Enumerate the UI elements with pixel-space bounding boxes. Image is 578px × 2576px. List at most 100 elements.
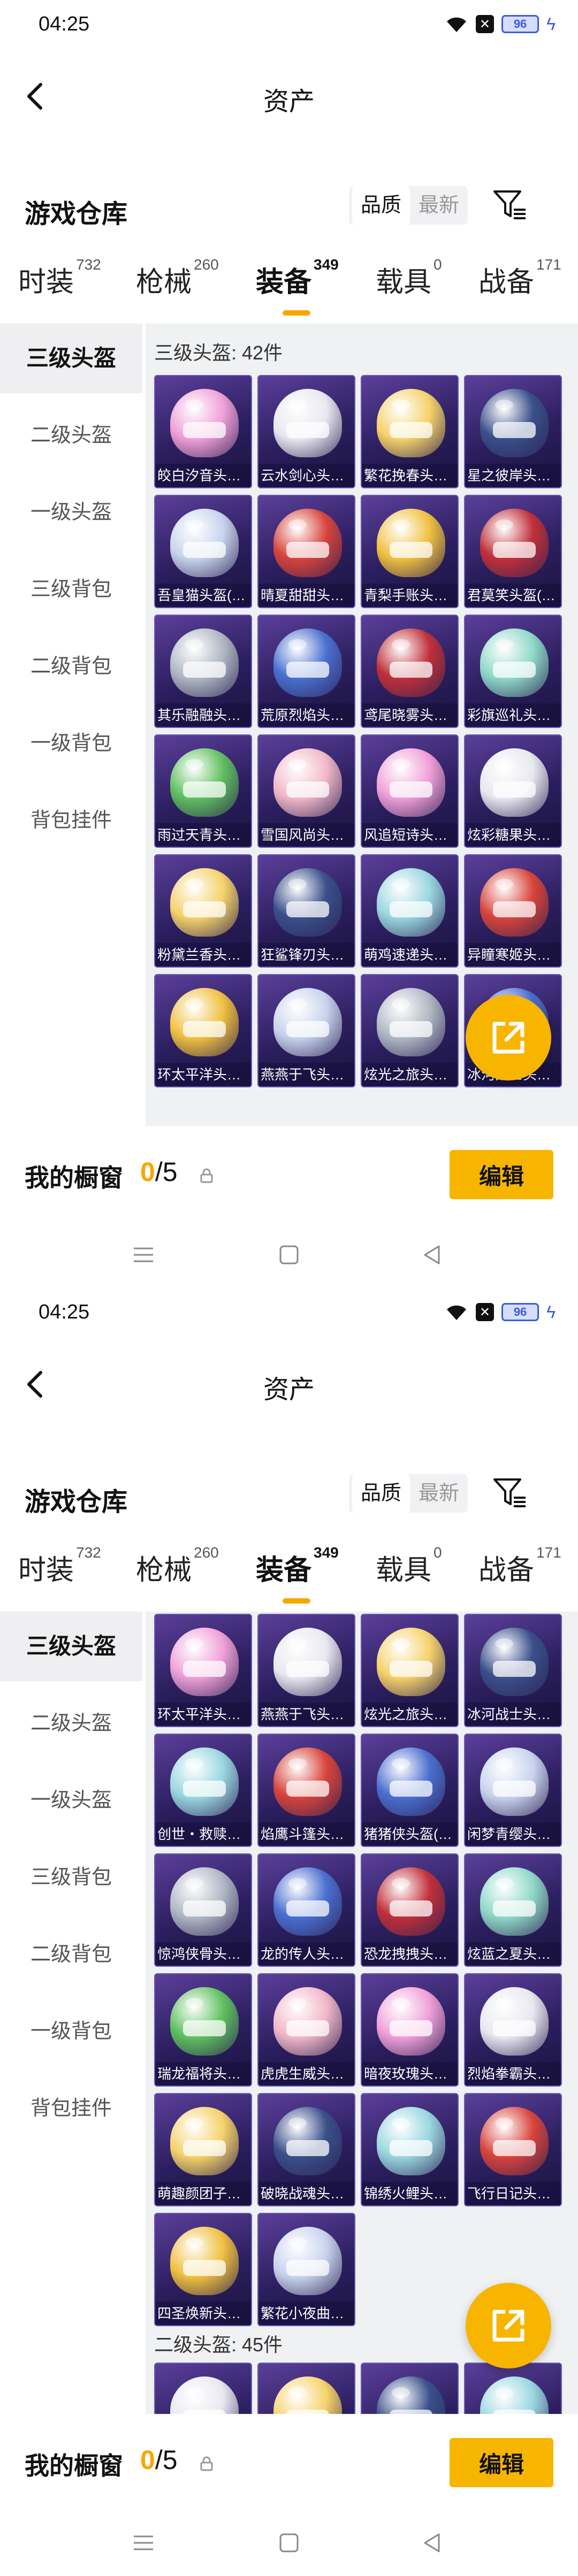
item-card[interactable] xyxy=(361,2363,459,2414)
sidebar-item-backpack-charm[interactable]: 背包挂件 xyxy=(0,2074,142,2143)
item-name: 恐龙拽拽头盔... xyxy=(362,1942,458,1966)
item-card[interactable]: 虎虎生威头盔... xyxy=(257,1973,355,2087)
item-card[interactable]: 瑞龙福将头盔... xyxy=(154,1973,252,2087)
sort-latest-button[interactable]: 最新 xyxy=(410,186,468,225)
sidebar-item-level2-helmet[interactable]: 二级头盔 xyxy=(0,401,142,470)
item-card[interactable]: 繁花小夜曲头... xyxy=(257,2213,355,2326)
edit-button[interactable]: 编辑 xyxy=(450,1150,553,1199)
sidebar-item-level2-helmet[interactable]: 二级头盔 xyxy=(0,1689,142,1758)
item-card[interactable]: 焰鹰斗篷头盔... xyxy=(257,1734,355,1847)
item-card[interactable]: 星之彼岸头盔... xyxy=(464,375,562,488)
share-button[interactable] xyxy=(466,2283,551,2368)
sidebar-item-level2-backpack[interactable]: 二级背包 xyxy=(0,632,142,701)
edit-button[interactable]: 编辑 xyxy=(450,2438,553,2487)
sidebar-item-level1-helmet[interactable]: 一级头盔 xyxy=(0,1766,142,1835)
item-card[interactable]: 萌鸡速递头盔... xyxy=(361,854,459,968)
item-card[interactable]: 雪国风尚头盔... xyxy=(257,734,355,848)
menu-icon[interactable] xyxy=(131,1242,156,1268)
back-triangle-icon[interactable] xyxy=(420,1242,445,1268)
item-card[interactable]: 粉黛兰香头盔... xyxy=(154,854,252,968)
item-card[interactable]: 异瞳寒姬头盔... xyxy=(464,854,562,968)
item-card[interactable]: 惊鸿侠骨头盔... xyxy=(154,1853,252,1967)
sidebar-item-level2-backpack[interactable]: 二级背包 xyxy=(0,1920,142,1989)
tab-guns[interactable]: 枪械260 xyxy=(136,1544,219,1588)
helmet-icon xyxy=(480,2376,549,2414)
item-card[interactable]: 飞行日记头盔... xyxy=(464,2093,562,2206)
item-card[interactable]: 雨过天青头盔... xyxy=(154,734,252,848)
sidebar-item-level3-backpack[interactable]: 三级背包 xyxy=(0,1843,142,1912)
tab-guns[interactable]: 枪械260 xyxy=(136,256,219,300)
tab-equipment[interactable]: 装备349 xyxy=(256,1544,339,1588)
helmet-visor xyxy=(286,1661,329,1677)
helmet-visor xyxy=(286,1781,329,1797)
item-card[interactable] xyxy=(257,2363,355,2414)
item-card[interactable]: 彩旗巡礼头盔... xyxy=(464,615,562,728)
tab-supplies[interactable]: 战备171 xyxy=(478,256,561,300)
item-card[interactable]: 云水剑心头盔... xyxy=(257,375,355,488)
item-card[interactable]: 青梨手账头盔... xyxy=(361,495,459,608)
filter-icon[interactable] xyxy=(491,186,529,224)
tab-fashion[interactable]: 时装732 xyxy=(18,1544,101,1588)
menu-icon[interactable] xyxy=(131,2530,156,2556)
share-button[interactable] xyxy=(466,995,551,1080)
sidebar-item-level1-helmet[interactable]: 一级头盔 xyxy=(0,478,142,547)
item-card[interactable]: 风追短诗头盔... xyxy=(361,734,459,848)
item-name: 炫彩糖果头盔... xyxy=(465,823,561,847)
item-card[interactable]: 锦绣火鲤头盔... xyxy=(361,2093,459,2206)
item-card[interactable]: 鸢尾晓雾头盔... xyxy=(361,615,459,728)
sort-quality-button[interactable]: 品质 xyxy=(352,186,410,225)
sidebar-item-backpack-charm[interactable]: 背包挂件 xyxy=(0,786,142,855)
helmet-shine xyxy=(495,1758,513,1769)
sidebar-item-level3-helmet[interactable]: 三级头盔 xyxy=(0,324,142,393)
item-card[interactable]: 燕燕于飞头盔... xyxy=(257,974,355,1087)
item-card[interactable]: 环太平洋头盔... xyxy=(154,1614,252,1727)
item-card[interactable]: 猪猪侠头盔(3... xyxy=(361,1734,459,1847)
item-card[interactable]: 暗夜玫瑰头盔... xyxy=(361,1973,459,2087)
item-card[interactable]: 破晓战魂头盔... xyxy=(257,2093,355,2206)
item-card[interactable]: 燕燕于飞头盔... xyxy=(257,1614,355,1727)
tab-vehicles[interactable]: 载具0 xyxy=(376,1544,442,1588)
sort-quality-button[interactable]: 品质 xyxy=(352,1474,410,1513)
sort-latest-button[interactable]: 最新 xyxy=(410,1474,468,1513)
helmet-visor xyxy=(183,2260,226,2276)
item-card[interactable]: 闲梦青缨头盔... xyxy=(464,1734,562,1847)
item-card[interactable]: 吾皇猫头盔(3... xyxy=(154,495,252,608)
sidebar-item-level1-backpack[interactable]: 一级背包 xyxy=(0,709,142,778)
back-triangle-icon[interactable] xyxy=(420,2530,445,2556)
item-card[interactable]: 烈焰拳霸头盔... xyxy=(464,1973,562,2087)
item-name: 环太平洋头盔... xyxy=(155,1063,251,1086)
item-card[interactable]: 其乐融融头盔... xyxy=(154,615,252,728)
item-card[interactable]: 君莫笑头盔(3... xyxy=(464,495,562,608)
item-card[interactable]: 四圣焕新头盔... xyxy=(154,2213,252,2326)
item-card[interactable]: 皎白汐音头盔... xyxy=(154,375,252,488)
item-card[interactable]: 狂鲨锋刃头盔... xyxy=(257,854,355,968)
sidebar-item-level3-backpack[interactable]: 三级背包 xyxy=(0,555,142,624)
item-name: 君莫笑头盔(3... xyxy=(465,584,561,607)
tab-fashion[interactable]: 时装732 xyxy=(18,256,101,300)
item-card[interactable] xyxy=(154,2363,252,2414)
home-icon[interactable] xyxy=(276,1242,302,1268)
filter-icon[interactable] xyxy=(491,1474,529,1512)
item-card[interactable]: 龙的传人头盔... xyxy=(257,1853,355,1967)
item-card[interactable] xyxy=(464,2363,562,2414)
item-card[interactable]: 炫彩糖果头盔... xyxy=(464,734,562,848)
item-card[interactable]: 荒原烈焰头盔... xyxy=(257,615,355,728)
item-card[interactable]: 萌趣颜团子头... xyxy=(154,2093,252,2206)
tab-vehicles[interactable]: 载具0 xyxy=(376,256,442,300)
item-card[interactable]: 创世・救赎头... xyxy=(154,1734,252,1847)
item-card[interactable]: 炫蓝之夏头盔... xyxy=(464,1853,562,1967)
item-card[interactable]: 环太平洋头盔... xyxy=(154,974,252,1087)
item-card[interactable]: 炫光之旅头盔... xyxy=(361,1614,459,1727)
sort-toggle: 品质 最新 xyxy=(349,186,468,225)
item-card[interactable]: 繁花挽春头盔... xyxy=(361,375,459,488)
item-card[interactable]: 恐龙拽拽头盔... xyxy=(361,1853,459,1967)
item-card[interactable]: 炫光之旅头盔... xyxy=(361,974,459,1087)
home-icon[interactable] xyxy=(276,2530,302,2556)
item-card[interactable]: 晴夏甜甜头盔... xyxy=(257,495,355,608)
item-card[interactable]: 冰河战士头盔... xyxy=(464,1614,562,1727)
sidebar-item-level3-helmet[interactable]: 三级头盔 xyxy=(0,1612,142,1681)
tab-supplies[interactable]: 战备171 xyxy=(478,1544,561,1588)
sidebar-item-level1-backpack[interactable]: 一级背包 xyxy=(0,1997,142,2066)
tab-equipment[interactable]: 装备349 xyxy=(256,256,339,300)
helmet-visor xyxy=(286,2140,329,2156)
